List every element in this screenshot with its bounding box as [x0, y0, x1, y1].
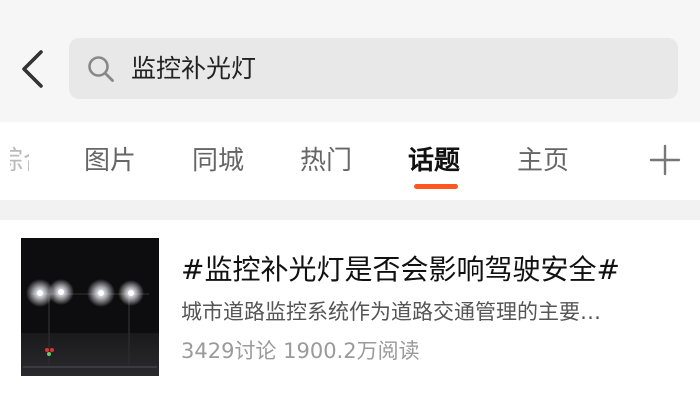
plus-icon — [649, 144, 681, 176]
back-button[interactable] — [14, 44, 54, 94]
search-header: 监控补光灯 — [0, 0, 700, 122]
back-arrow-icon — [22, 50, 43, 88]
section-divider — [0, 200, 700, 220]
topic-result-card[interactable]: #监控补光灯是否会影响驾驶安全# 城市道路监控系统作为道路交通管理的主要… 34… — [0, 220, 700, 401]
topic-thumbnail — [21, 238, 159, 376]
tab-profiles[interactable]: 主页 — [517, 122, 569, 200]
topic-title[interactable]: #监控补光灯是否会影响驾驶安全# — [181, 250, 620, 290]
tab-partial[interactable]: 综合 — [10, 122, 29, 200]
topic-stats: 3429讨论 1900.2万阅读 — [181, 339, 420, 363]
tab-local[interactable]: 同城 — [192, 122, 244, 200]
add-tab-button[interactable] — [645, 140, 685, 180]
search-icon — [86, 54, 116, 84]
search-tabs: 综合 图片 同城 热门 话题 主页 — [0, 122, 700, 200]
tab-hot[interactable]: 热门 — [300, 122, 352, 200]
active-tab-indicator — [414, 184, 458, 189]
tab-images[interactable]: 图片 — [84, 122, 136, 200]
search-box[interactable]: 监控补光灯 — [69, 38, 678, 99]
search-input[interactable]: 监控补光灯 — [131, 38, 651, 99]
topic-description: 城市道路监控系统作为道路交通管理的主要… — [181, 300, 601, 324]
